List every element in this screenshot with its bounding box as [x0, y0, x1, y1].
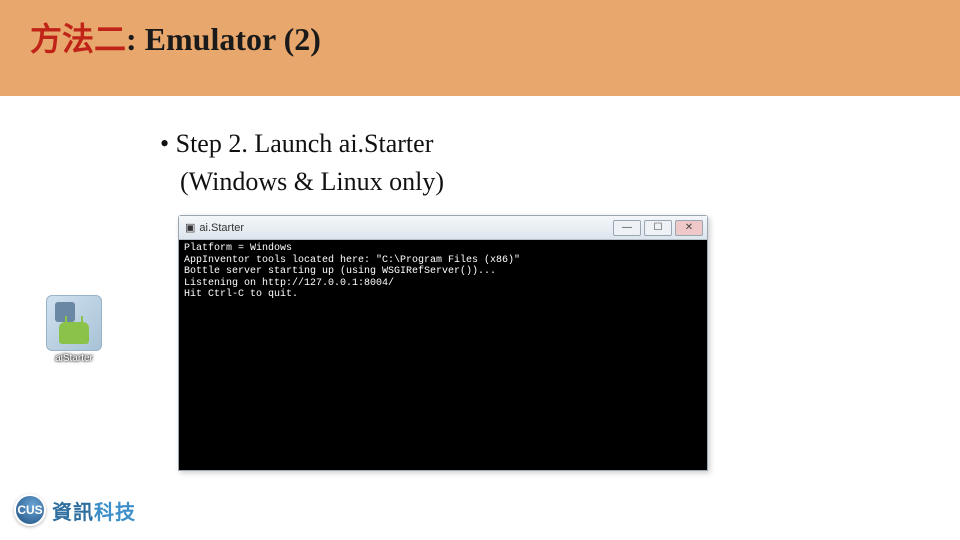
bullet-sub: (Windows & Linux only) — [160, 167, 920, 197]
terminal-line: Listening on http://127.0.0.1:8004/ — [184, 278, 394, 289]
terminal-line: Bottle server starting up (using WSGIRef… — [184, 266, 496, 277]
window-title: ▣ ai.Starter — [185, 221, 244, 234]
desktop-shortcut: aiStarter — [40, 295, 108, 364]
command-window: ▣ ai.Starter — ☐ ✕ Platform = Windows Ap… — [178, 215, 708, 471]
footer-char: 技 — [115, 496, 136, 525]
terminal-line: AppInventor tools located here: "C:\Prog… — [184, 255, 520, 266]
illustration-row: aiStarter ▣ ai.Starter — ☐ ✕ Platform = … — [160, 215, 920, 471]
slide-title: 方法二: Emulator (2) — [30, 14, 940, 60]
slide-header: 方法二: Emulator (2) — [0, 0, 960, 96]
footer-logo: CUS 資 訊 科 技 — [14, 494, 136, 526]
footer-char: 資 — [52, 496, 73, 525]
close-button[interactable]: ✕ — [675, 220, 703, 236]
window-title-text: ai.Starter — [199, 222, 244, 234]
window-controls: — ☐ ✕ — [613, 220, 703, 236]
title-sep: : — [126, 21, 145, 57]
cus-badge-icon: CUS — [14, 494, 46, 526]
cmd-icon: ▣ — [185, 221, 195, 234]
minimize-button[interactable]: — — [613, 220, 641, 236]
shortcut-label: aiStarter — [55, 353, 93, 364]
slide-body: • Step 2. Launch ai.Starter (Windows & L… — [0, 96, 960, 471]
title-en: Emulator (2) — [145, 21, 321, 57]
terminal-output: Platform = Windows AppInventor tools loc… — [179, 240, 707, 470]
terminal-line: Hit Ctrl-C to quit. — [184, 289, 298, 300]
terminal-line: Platform = Windows — [184, 243, 292, 254]
bullet-step: • Step 2. Launch ai.Starter — [160, 126, 920, 161]
footer-char: 科 — [94, 496, 115, 525]
title-zh: 方法二 — [30, 21, 126, 57]
window-titlebar: ▣ ai.Starter — ☐ ✕ — [179, 216, 707, 240]
android-icon — [59, 322, 89, 344]
aistarter-icon — [46, 295, 102, 351]
footer-char: 訊 — [73, 496, 94, 525]
footer-text: 資 訊 科 技 — [52, 496, 136, 525]
maximize-button[interactable]: ☐ — [644, 220, 672, 236]
